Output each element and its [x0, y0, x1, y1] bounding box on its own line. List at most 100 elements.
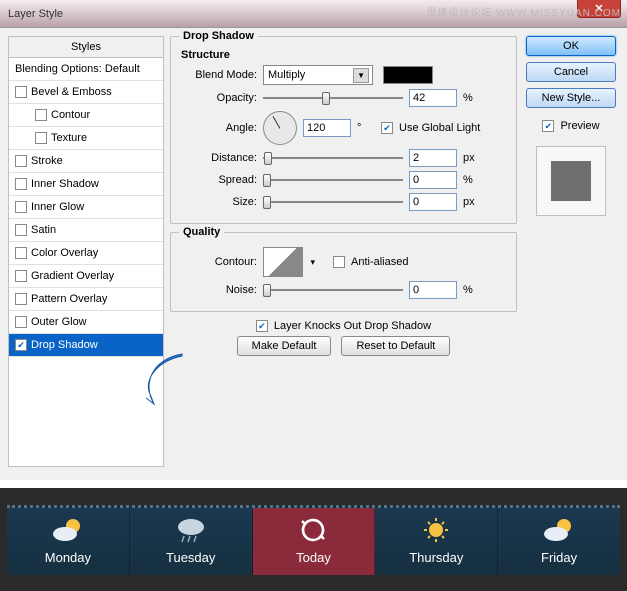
day-label: Friday: [541, 550, 577, 565]
quality-title: Quality: [179, 226, 224, 238]
label: Color Overlay: [31, 247, 98, 259]
label: Contour: [51, 109, 90, 121]
spread-label: Spread:: [179, 174, 257, 186]
anti-aliased-label: Anti-aliased: [351, 256, 408, 268]
unit: %: [463, 284, 481, 296]
blend-mode-label: Blend Mode:: [179, 69, 257, 81]
spread-input[interactable]: [409, 171, 457, 189]
unit: %: [463, 174, 481, 186]
label: Stroke: [31, 155, 63, 167]
checkbox[interactable]: [15, 247, 27, 259]
angle-input[interactable]: [303, 119, 351, 137]
partly-cloudy-icon: [540, 516, 578, 544]
shadow-color-swatch[interactable]: [383, 66, 433, 84]
noise-input[interactable]: [409, 281, 457, 299]
style-pattern-overlay[interactable]: Pattern Overlay: [9, 288, 163, 311]
blend-mode-select[interactable]: Multiply: [263, 65, 373, 85]
checkbox[interactable]: [15, 86, 27, 98]
rain-icon: [172, 516, 210, 544]
size-input[interactable]: [409, 193, 457, 211]
distance-label: Distance:: [179, 152, 257, 164]
label: Satin: [31, 224, 56, 236]
angle-label: Angle:: [179, 122, 257, 134]
angle-dial[interactable]: [263, 111, 297, 145]
style-inner-glow[interactable]: Inner Glow: [9, 196, 163, 219]
style-stroke[interactable]: Stroke: [9, 150, 163, 173]
day-label: Thursday: [409, 550, 463, 565]
contour-label: Contour:: [179, 256, 257, 268]
blending-options-item[interactable]: Blending Options: Default: [9, 58, 163, 81]
label: Outer Glow: [31, 316, 87, 328]
unit: px: [463, 196, 481, 208]
contour-picker[interactable]: [263, 247, 303, 277]
global-light-label: Use Global Light: [399, 122, 480, 134]
checkbox[interactable]: [15, 293, 27, 305]
anti-aliased-checkbox[interactable]: [333, 256, 345, 268]
unit: °: [357, 122, 375, 134]
noise-slider[interactable]: [263, 282, 403, 298]
watermark-text: 思缘设计论坛 WWW.MISSYUAN.COM: [426, 4, 621, 19]
size-label: Size:: [179, 196, 257, 208]
distance-input[interactable]: [409, 149, 457, 167]
label: Drop Shadow: [31, 339, 98, 351]
group-title: Drop Shadow: [179, 30, 258, 42]
checkbox[interactable]: [15, 270, 27, 282]
preview-checkbox[interactable]: ✔: [542, 120, 554, 132]
size-slider[interactable]: [263, 194, 403, 210]
opacity-input[interactable]: [409, 89, 457, 107]
checkbox[interactable]: [15, 316, 27, 328]
style-gradient-overlay[interactable]: Gradient Overlay: [9, 265, 163, 288]
weather-today[interactable]: Today: [253, 508, 376, 575]
preview-thumbnail: [536, 146, 606, 216]
window-title: Layer Style: [8, 8, 63, 20]
checkbox[interactable]: [35, 132, 47, 144]
sunny-icon: [417, 516, 455, 544]
style-bevel[interactable]: Bevel & Emboss: [9, 81, 163, 104]
cancel-button[interactable]: Cancel: [526, 62, 616, 82]
spread-slider[interactable]: [263, 172, 403, 188]
weather-thursday[interactable]: Thursday: [375, 508, 498, 575]
refresh-icon: [294, 516, 332, 544]
style-satin[interactable]: Satin: [9, 219, 163, 242]
unit: %: [463, 92, 481, 104]
day-label: Monday: [45, 550, 91, 565]
checkbox[interactable]: ✔: [15, 339, 27, 351]
weather-monday[interactable]: Monday: [7, 508, 130, 575]
ok-button[interactable]: OK: [526, 36, 616, 56]
checkbox[interactable]: [35, 109, 47, 121]
footer-preview: Monday Tuesday Today Thursday Friday: [0, 488, 627, 591]
new-style-button[interactable]: New Style...: [526, 88, 616, 108]
distance-slider[interactable]: [263, 150, 403, 166]
settings-panel: Drop Shadow Structure Blend Mode: Multip…: [170, 36, 517, 472]
opacity-slider[interactable]: [263, 90, 403, 106]
label: Pattern Overlay: [31, 293, 107, 305]
weather-tuesday[interactable]: Tuesday: [130, 508, 253, 575]
styles-list: Blending Options: Default Bevel & Emboss…: [8, 57, 164, 467]
make-default-button[interactable]: Make Default: [237, 336, 332, 356]
label: Gradient Overlay: [31, 270, 114, 282]
checkbox[interactable]: [15, 201, 27, 213]
style-outer-glow[interactable]: Outer Glow: [9, 311, 163, 334]
structure-title: Structure: [181, 49, 508, 61]
knocks-out-checkbox[interactable]: ✔: [256, 320, 268, 332]
value: Multiply: [268, 69, 305, 81]
reset-default-button[interactable]: Reset to Default: [341, 336, 450, 356]
style-contour[interactable]: Contour: [9, 104, 163, 127]
global-light-checkbox[interactable]: ✔: [381, 122, 393, 134]
label: Bevel & Emboss: [31, 86, 112, 98]
knocks-out-label: Layer Knocks Out Drop Shadow: [274, 320, 431, 332]
partly-cloudy-icon: [49, 516, 87, 544]
checkbox[interactable]: [15, 178, 27, 190]
style-inner-shadow[interactable]: Inner Shadow: [9, 173, 163, 196]
weather-widget: Monday Tuesday Today Thursday Friday: [7, 505, 620, 575]
label: Inner Glow: [31, 201, 84, 213]
label: Texture: [51, 132, 87, 144]
style-drop-shadow[interactable]: ✔ Drop Shadow: [9, 334, 163, 357]
preview-label: Preview: [560, 120, 599, 132]
style-texture[interactable]: Texture: [9, 127, 163, 150]
styles-header[interactable]: Styles: [8, 36, 164, 58]
checkbox[interactable]: [15, 224, 27, 236]
weather-friday[interactable]: Friday: [498, 508, 620, 575]
style-color-overlay[interactable]: Color Overlay: [9, 242, 163, 265]
checkbox[interactable]: [15, 155, 27, 167]
